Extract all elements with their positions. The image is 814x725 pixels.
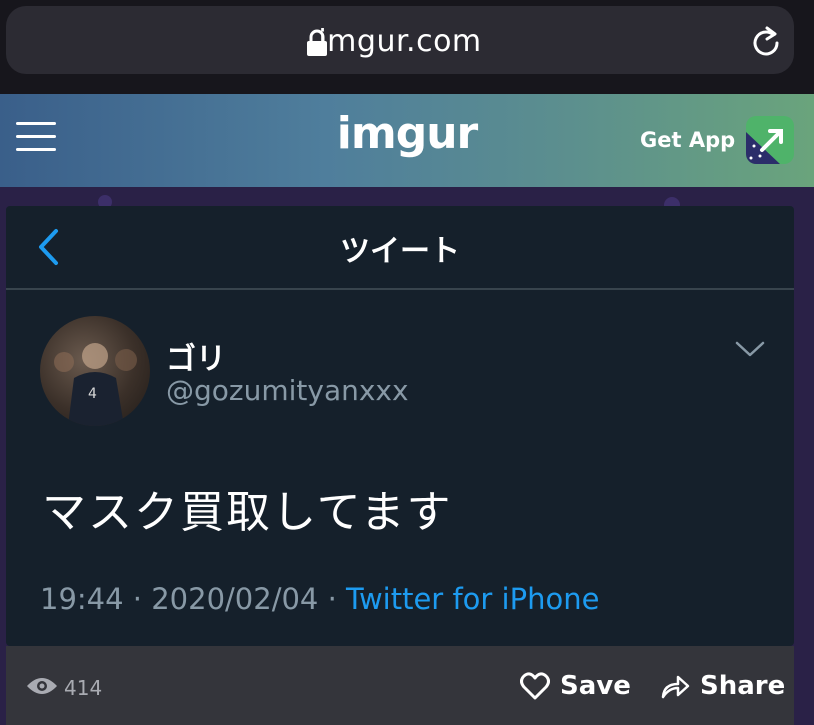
display-name: ゴリ	[166, 342, 226, 377]
avatar: 4	[40, 316, 150, 426]
reload-icon[interactable]	[750, 26, 784, 60]
tweet-source: Twitter for iPhone	[346, 582, 600, 616]
app-icon[interactable]	[746, 116, 794, 164]
tweet-nav-title: ツイート	[340, 234, 460, 269]
share-label: Share	[700, 671, 786, 701]
post-actions-bar: 414 Save Share	[6, 646, 794, 725]
tweet-meta: 19:44 · 2020/02/04 · Twitter for iPhone	[40, 582, 599, 616]
user-handle: @gozumityanxxx	[166, 374, 409, 407]
tweet-image[interactable]: ツイート 4 ゴリ @gozumityanxxx マスク買取してます 19:44…	[6, 206, 794, 646]
svg-text:4: 4	[88, 386, 97, 402]
site-header: imgur Get App	[0, 94, 814, 187]
eye-icon	[27, 678, 57, 694]
chevron-down-icon	[735, 341, 765, 357]
share-arrow-icon	[661, 675, 690, 699]
share-button[interactable]: Share	[660, 668, 785, 704]
save-label: Save	[560, 671, 631, 701]
get-app-link[interactable]: Get App	[640, 128, 735, 152]
browser-bar: imgur.com	[0, 0, 814, 94]
address-bar[interactable]: imgur.com	[6, 6, 794, 74]
save-button[interactable]: Save	[520, 668, 631, 704]
screen: imgur.com imgur Get App ツイート 4 ゴリ @gozum…	[0, 0, 814, 725]
url-text: imgur.com	[318, 24, 482, 59]
view-count: 414	[64, 676, 103, 700]
tweet-nav-bar: ツイート	[6, 206, 794, 290]
tweet-timestamp: 19:44 · 2020/02/04 ·	[40, 582, 347, 616]
tweet-text: マスク買取してます	[42, 487, 453, 538]
heart-icon	[520, 672, 550, 700]
